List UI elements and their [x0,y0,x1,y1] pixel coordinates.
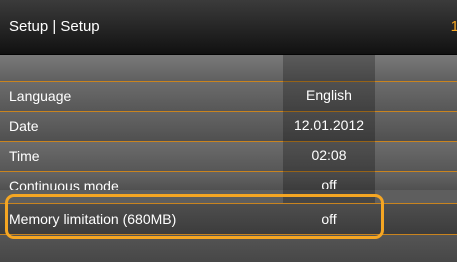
setting-label-language: Language [9,88,72,104]
setting-row-time[interactable]: Time [0,141,457,171]
page-indicator: 1 [450,18,457,35]
page-title: Setup | Setup [9,18,100,35]
setting-value-continuous-mode[interactable]: off [283,177,375,189]
setting-label-date: Date [9,118,39,134]
selection-highlight [5,194,384,239]
setting-label-continuous-mode: Continuous mode [9,178,119,190]
setting-row-continuous-mode[interactable]: Continuous mode [0,171,457,190]
setting-value-time[interactable]: 02:08 [283,147,375,163]
setting-value-date[interactable]: 12.01.2012 [283,117,375,133]
setting-row-language[interactable]: Language [0,81,457,111]
setting-label-time: Time [9,148,40,164]
setting-value-language[interactable]: English [283,87,375,103]
setting-row-date[interactable]: Date [0,111,457,141]
list-spacer [0,55,457,81]
title-bar: Setup | Setup 1 [0,0,457,55]
